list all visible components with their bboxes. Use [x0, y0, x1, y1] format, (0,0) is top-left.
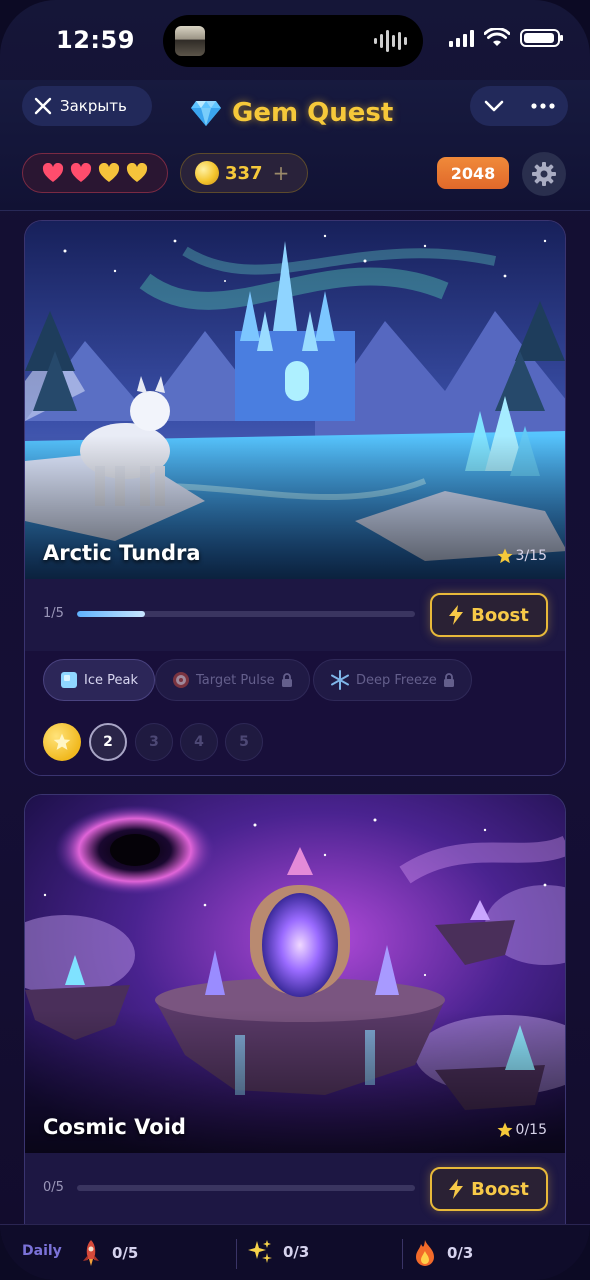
world-progress: 1/5 Boost [25, 579, 565, 651]
lightning-icon [449, 1179, 464, 1199]
skill-label: Ice Peak [84, 672, 138, 688]
status-icons [449, 28, 563, 48]
heart-icon [126, 163, 148, 182]
progress-label: 0/5 [43, 1180, 64, 1195]
level-2-current[interactable]: 2 [89, 723, 127, 761]
boost-label: Boost [471, 1178, 529, 1200]
gear-icon [532, 162, 556, 186]
boost-button[interactable]: Boost [430, 593, 548, 637]
chevron-down-icon[interactable] [483, 99, 505, 113]
close-button[interactable]: Закрыть [22, 86, 152, 126]
audio-waveform-icon [374, 29, 407, 53]
phone-screen: 12:59 Закрыть Gem Quest 337 + 2048 Arcti… [0, 0, 590, 1280]
wifi-icon [484, 28, 510, 46]
world-name: Cosmic Void [43, 1115, 186, 1139]
star-icon [53, 733, 71, 750]
daily-quest-fire[interactable]: 0/3 [413, 1239, 473, 1267]
arctic-scene-illustration [25, 221, 565, 579]
world-image-arctic-tundra: Arctic Tundra 3/15 [25, 221, 565, 579]
game-title: Gem Quest [190, 98, 393, 128]
world-stars: 3/15 [496, 547, 547, 565]
coin-icon [195, 161, 219, 185]
status-bar: 12:59 [0, 0, 590, 80]
world-image-cosmic-void: Cosmic Void 0/15 [25, 795, 565, 1153]
sparkles-icon [248, 1240, 272, 1263]
world-progress: 0/5 Boost [25, 1153, 565, 1225]
divider [402, 1239, 403, 1269]
daily-quests-bar: Daily 0/5 0/3 0/3 [0, 1224, 590, 1280]
star-icon [497, 548, 513, 564]
coin-count: 337 [225, 162, 263, 184]
quest-value: 0/3 [283, 1243, 310, 1261]
snowflake-icon [331, 670, 349, 690]
score-badge: 2048 [437, 157, 509, 189]
close-icon [34, 97, 52, 115]
boost-label: Boost [471, 604, 529, 626]
gem-icon [191, 101, 221, 126]
skills-row: Ice Peak Target Pulse Deep Freeze [25, 651, 565, 711]
boost-button[interactable]: Boost [430, 1167, 548, 1211]
daily-quest-sparkles[interactable]: 0/3 [247, 1239, 309, 1265]
quest-value: 0/3 [447, 1244, 474, 1262]
ice-cube-icon [61, 672, 77, 688]
dynamic-island[interactable] [163, 15, 423, 67]
divider [236, 1239, 237, 1269]
more-options-icon[interactable] [531, 103, 555, 109]
quest-value: 0/5 [112, 1244, 139, 1262]
lightning-icon [449, 605, 464, 625]
lives-indicator[interactable] [22, 153, 168, 193]
world-stars: 0/15 [496, 1121, 547, 1139]
skill-label: Deep Freeze [356, 672, 437, 688]
level-4-locked[interactable]: 4 [180, 723, 218, 761]
daily-label: Daily [22, 1243, 62, 1259]
lock-icon [443, 673, 454, 687]
heart-icon [70, 163, 92, 182]
heart-icon [42, 163, 64, 182]
target-icon [173, 672, 189, 688]
menu-pill [470, 86, 568, 126]
world-card-body: 0/5 Boost [25, 1153, 565, 1225]
skill-label: Target Pulse [196, 672, 275, 688]
progress-fill [77, 611, 145, 617]
progress-label: 1/5 [43, 606, 64, 621]
skill-ice-peak[interactable]: Ice Peak [43, 659, 155, 701]
fire-icon [416, 1240, 434, 1266]
world-card-cosmic-void[interactable]: Cosmic Void 0/15 0/5 Boost [24, 794, 566, 1254]
close-label: Закрыть [60, 97, 127, 115]
world-stars-count: 3/15 [515, 548, 547, 564]
battery-icon [520, 29, 563, 47]
status-time: 12:59 [56, 26, 135, 54]
world-name: Arctic Tundra [43, 541, 201, 565]
cellular-signal-icon [449, 29, 474, 47]
add-coins-button[interactable]: + [273, 161, 290, 185]
daily-quest-rocket[interactable]: 0/5 [80, 1239, 138, 1267]
progress-bar [77, 611, 415, 617]
level-3-locked[interactable]: 3 [135, 723, 173, 761]
skill-deep-freeze[interactable]: Deep Freeze [313, 659, 472, 701]
level-5-locked[interactable]: 5 [225, 723, 263, 761]
game-header: Закрыть Gem Quest 337 + 2048 [0, 80, 590, 211]
now-playing-thumbnail [175, 26, 205, 56]
coins-counter[interactable]: 337 + [180, 153, 308, 193]
world-card-body: 1/5 Boost Ice Peak Target Pulse Deep Fre… [25, 579, 565, 775]
game-title-text: Gem Quest [232, 98, 394, 128]
cosmic-scene-illustration [25, 795, 565, 1153]
progress-bar [77, 1185, 415, 1191]
world-stars-count: 0/15 [515, 1122, 547, 1138]
settings-button[interactable] [522, 152, 566, 196]
star-icon [497, 1122, 513, 1138]
lock-icon [281, 673, 292, 687]
world-card-arctic-tundra[interactable]: Arctic Tundra 3/15 1/5 Boost Ice Peak Ta… [24, 220, 566, 776]
level-1-completed[interactable] [43, 723, 81, 761]
rocket-icon [83, 1240, 99, 1266]
levels-row: 2 3 4 5 [25, 711, 565, 775]
skill-target-pulse[interactable]: Target Pulse [155, 659, 310, 701]
heart-icon [98, 163, 120, 182]
